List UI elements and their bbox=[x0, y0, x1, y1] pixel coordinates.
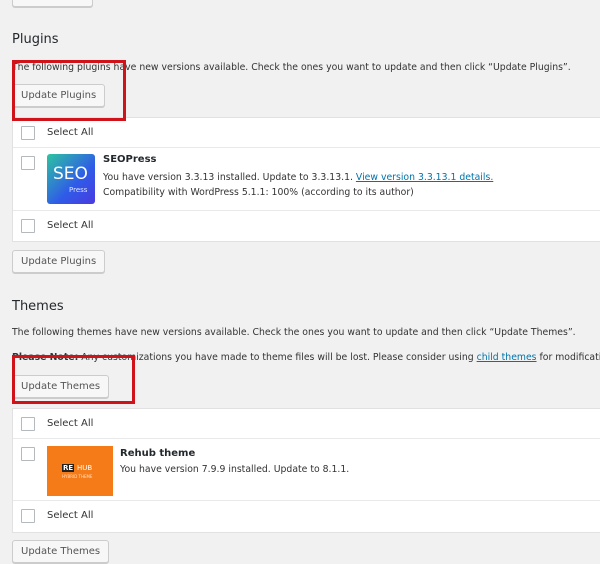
select-all-checkbox[interactable] bbox=[21, 126, 35, 140]
rehub-thumbnail: RE HUB HYBRID THEME bbox=[47, 446, 113, 496]
update-themes-button-bottom[interactable]: Update Themes bbox=[12, 540, 110, 563]
themes-table: Select All RE HUB HYBRID THEME Rehub the… bbox=[12, 408, 600, 533]
select-all-label[interactable]: Select All bbox=[47, 220, 93, 231]
select-all-checkbox-bottom[interactable] bbox=[21, 219, 35, 233]
select-all-checkbox[interactable] bbox=[21, 417, 35, 431]
select-all-label[interactable]: Select All bbox=[47, 510, 93, 521]
select-all-row: Select All bbox=[13, 409, 600, 439]
theme-row-rehub: RE HUB HYBRID THEME Rehub theme You have… bbox=[13, 439, 600, 501]
theme-version-text: You have version 7.9.9 installed. Update… bbox=[120, 464, 350, 475]
plugins-table: Select All SEO Press SEOPress You have v… bbox=[12, 117, 600, 242]
plugin-compat-text: Compatibility with WordPress 5.1.1: 100%… bbox=[103, 187, 414, 198]
select-all-label[interactable]: Select All bbox=[47, 127, 93, 138]
themes-heading: Themes bbox=[12, 299, 64, 314]
plugin-checkbox[interactable] bbox=[21, 156, 35, 170]
child-themes-link[interactable]: child themes bbox=[477, 352, 537, 363]
view-details-link[interactable]: View version 3.3.13.1 details. bbox=[356, 172, 493, 183]
highlight-box-plugins bbox=[12, 60, 126, 121]
highlight-box-themes bbox=[12, 355, 135, 404]
seopress-logo: SEO Press bbox=[47, 154, 95, 204]
select-all-row: Select All bbox=[13, 118, 600, 148]
top-button[interactable] bbox=[12, 0, 93, 7]
plugin-row-seopress: SEO Press SEOPress You have version 3.3.… bbox=[13, 148, 600, 211]
select-all-row-bottom: Select All bbox=[13, 211, 600, 241]
select-all-checkbox-bottom[interactable] bbox=[21, 509, 35, 523]
themes-description: The following themes have new versions a… bbox=[12, 327, 576, 338]
plugin-name: SEOPress bbox=[103, 154, 157, 165]
select-all-label[interactable]: Select All bbox=[47, 418, 93, 429]
select-all-row-bottom: Select All bbox=[13, 501, 600, 532]
plugin-version-text: You have version 3.3.13 installed. Updat… bbox=[103, 172, 494, 183]
theme-checkbox[interactable] bbox=[21, 447, 35, 461]
plugins-heading: Plugins bbox=[12, 32, 59, 47]
update-plugins-button-bottom[interactable]: Update Plugins bbox=[12, 250, 106, 273]
theme-name: Rehub theme bbox=[120, 448, 196, 459]
